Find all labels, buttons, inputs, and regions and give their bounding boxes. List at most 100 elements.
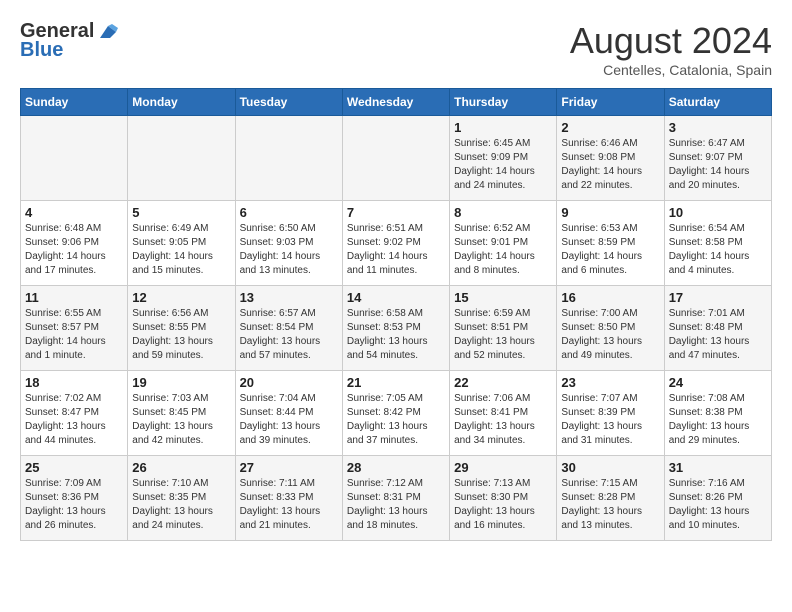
day-number: 6 [240,205,338,220]
day-number: 26 [132,460,230,475]
day-header-sunday: Sunday [21,89,128,116]
day-number: 30 [561,460,659,475]
day-info: Sunrise: 7:08 AMSunset: 8:38 PMDaylight:… [669,392,767,448]
subtitle: Centelles, Catalonia, Spain [570,62,772,78]
calendar-week-4: 18 Sunrise: 7:02 AMSunset: 8:47 PMDayligh… [21,371,772,456]
calendar-week-5: 25Sunrise: 7:09 AMSunset: 8:36 PMDayligh… [21,456,772,541]
day-header-saturday: Saturday [664,89,771,116]
day-info: Sunrise: 7:13 AMSunset: 8:30 PMDaylight:… [454,477,552,533]
day-number: 27 [240,460,338,475]
day-number: 23 [561,375,659,390]
calendar-cell: 12 Sunrise: 6:56 AMSunset: 8:55 PMDayligh… [128,286,235,371]
day-number: 24 [669,375,767,390]
calendar-cell: 11 Sunrise: 6:55 AMSunset: 8:57 PMDayligh… [21,286,128,371]
day-number: 4 [25,205,123,220]
calendar-cell: 8Sunrise: 6:52 AMSunset: 9:01 PMDaylight… [450,201,557,286]
calendar-cell: 9 Sunrise: 6:53 AMSunset: 8:59 PMDaylight… [557,201,664,286]
calendar-cell: 31Sunrise: 7:16 AMSunset: 8:26 PMDayligh… [664,456,771,541]
day-number: 10 [669,205,767,220]
day-number: 5 [132,205,230,220]
day-info: Sunrise: 6:56 AMSunset: 8:55 PMDaylight:… [132,307,230,363]
calendar-cell [342,116,449,201]
header-row: SundayMondayTuesdayWednesdayThursdayFrid… [21,89,772,116]
day-info: Sunrise: 7:12 AMSunset: 8:31 PMDaylight:… [347,477,445,533]
day-info: Sunrise: 6:50 AMSunset: 9:03 PMDaylight:… [240,222,338,278]
calendar-cell: 7 Sunrise: 6:51 AMSunset: 9:02 PMDaylight… [342,201,449,286]
calendar-cell: 17 Sunrise: 7:01 AMSunset: 8:48 PMDayligh… [664,286,771,371]
calendar-cell: 3 Sunrise: 6:47 AMSunset: 9:07 PMDaylight… [664,116,771,201]
day-info: Sunrise: 6:55 AMSunset: 8:57 PMDaylight:… [25,307,123,363]
day-info: Sunrise: 6:45 AMSunset: 9:09 PMDaylight:… [454,137,552,193]
day-number: 28 [347,460,445,475]
calendar-cell: 4Sunrise: 6:48 AMSunset: 9:06 PMDaylight… [21,201,128,286]
day-header-monday: Monday [128,89,235,116]
day-info: Sunrise: 6:58 AMSunset: 8:53 PMDaylight:… [347,307,445,363]
day-info: Sunrise: 6:59 AMSunset: 8:51 PMDaylight:… [454,307,552,363]
day-number: 19 [132,375,230,390]
calendar-cell: 10 Sunrise: 6:54 AMSunset: 8:58 PMDayligh… [664,201,771,286]
day-header-tuesday: Tuesday [235,89,342,116]
day-info: Sunrise: 7:11 AMSunset: 8:33 PMDaylight:… [240,477,338,533]
day-info: Sunrise: 6:57 AMSunset: 8:54 PMDaylight:… [240,307,338,363]
day-info: Sunrise: 6:46 AMSunset: 9:08 PMDaylight:… [561,137,659,193]
day-number: 7 [347,205,445,220]
day-info: Sunrise: 7:02 AMSunset: 8:47 PMDaylight:… [25,392,123,448]
calendar-week-3: 11 Sunrise: 6:55 AMSunset: 8:57 PMDayligh… [21,286,772,371]
day-info: Sunrise: 7:04 AMSunset: 8:44 PMDaylight:… [240,392,338,448]
day-number: 13 [240,290,338,305]
day-number: 14 [347,290,445,305]
logo: General Blue [20,20,118,62]
day-number: 16 [561,290,659,305]
calendar-week-2: 4Sunrise: 6:48 AMSunset: 9:06 PMDaylight… [21,201,772,286]
day-header-friday: Friday [557,89,664,116]
calendar-cell: 6 Sunrise: 6:50 AMSunset: 9:03 PMDaylight… [235,201,342,286]
day-header-wednesday: Wednesday [342,89,449,116]
logo-blue: Blue [20,39,63,62]
day-info: Sunrise: 7:06 AMSunset: 8:41 PMDaylight:… [454,392,552,448]
day-number: 3 [669,120,767,135]
day-header-thursday: Thursday [450,89,557,116]
day-number: 15 [454,290,552,305]
day-number: 12 [132,290,230,305]
calendar-cell: 16 Sunrise: 7:00 AMSunset: 8:50 PMDayligh… [557,286,664,371]
day-info: Sunrise: 7:05 AMSunset: 8:42 PMDaylight:… [347,392,445,448]
calendar-cell: 15 Sunrise: 6:59 AMSunset: 8:51 PMDayligh… [450,286,557,371]
calendar-cell: 25Sunrise: 7:09 AMSunset: 8:36 PMDayligh… [21,456,128,541]
logo-icon [96,24,118,40]
day-info: Sunrise: 7:00 AMSunset: 8:50 PMDaylight:… [561,307,659,363]
calendar-cell [128,116,235,201]
day-info: Sunrise: 6:49 AMSunset: 9:05 PMDaylight:… [132,222,230,278]
day-number: 20 [240,375,338,390]
calendar-cell [21,116,128,201]
day-info: Sunrise: 6:54 AMSunset: 8:58 PMDaylight:… [669,222,767,278]
day-number: 9 [561,205,659,220]
day-info: Sunrise: 7:01 AMSunset: 8:48 PMDaylight:… [669,307,767,363]
day-info: Sunrise: 6:53 AMSunset: 8:59 PMDaylight:… [561,222,659,278]
day-number: 25 [25,460,123,475]
day-info: Sunrise: 6:52 AMSunset: 9:01 PMDaylight:… [454,222,552,278]
calendar-cell: 28 Sunrise: 7:12 AMSunset: 8:31 PMDayligh… [342,456,449,541]
day-number: 11 [25,290,123,305]
day-number: 21 [347,375,445,390]
month-title: August 2024 [570,20,772,62]
calendar-cell: 24 Sunrise: 7:08 AMSunset: 8:38 PMDayligh… [664,371,771,456]
day-number: 1 [454,120,552,135]
day-number: 17 [669,290,767,305]
day-number: 18 [25,375,123,390]
calendar-cell [235,116,342,201]
day-info: Sunrise: 7:03 AMSunset: 8:45 PMDaylight:… [132,392,230,448]
calendar-cell: 19 Sunrise: 7:03 AMSunset: 8:45 PMDayligh… [128,371,235,456]
calendar-cell: 14 Sunrise: 6:58 AMSunset: 8:53 PMDayligh… [342,286,449,371]
calendar-table: SundayMondayTuesdayWednesdayThursdayFrid… [20,88,772,541]
calendar-cell: 1 Sunrise: 6:45 AMSunset: 9:09 PMDaylight… [450,116,557,201]
calendar-cell: 5 Sunrise: 6:49 AMSunset: 9:05 PMDaylight… [128,201,235,286]
calendar-cell: 2 Sunrise: 6:46 AMSunset: 9:08 PMDaylight… [557,116,664,201]
calendar-cell: 22Sunrise: 7:06 AMSunset: 8:41 PMDayligh… [450,371,557,456]
calendar-cell: 20 Sunrise: 7:04 AMSunset: 8:44 PMDayligh… [235,371,342,456]
day-info: Sunrise: 6:47 AMSunset: 9:07 PMDaylight:… [669,137,767,193]
day-number: 2 [561,120,659,135]
calendar-cell: 13 Sunrise: 6:57 AMSunset: 8:54 PMDayligh… [235,286,342,371]
day-info: Sunrise: 6:51 AMSunset: 9:02 PMDaylight:… [347,222,445,278]
calendar-cell: 23Sunrise: 7:07 AMSunset: 8:39 PMDayligh… [557,371,664,456]
calendar-cell: 18 Sunrise: 7:02 AMSunset: 8:47 PMDayligh… [21,371,128,456]
